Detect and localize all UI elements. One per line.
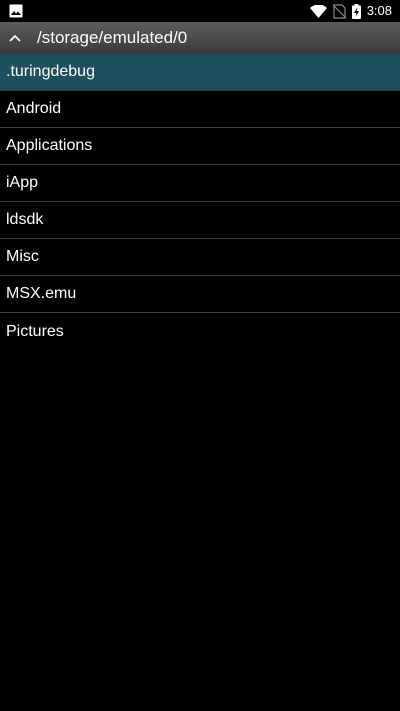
wifi-icon — [309, 4, 327, 18]
file-item[interactable]: Pictures — [0, 313, 400, 350]
no-sim-icon — [332, 3, 346, 19]
chevron-up-icon — [9, 34, 21, 42]
path-header: /storage/emulated/0 — [0, 22, 400, 55]
up-directory-button[interactable] — [0, 22, 30, 54]
current-path: /storage/emulated/0 — [37, 28, 188, 47]
image-icon — [9, 4, 23, 18]
file-item[interactable]: MSX.emu — [0, 276, 400, 313]
file-item[interactable]: Android — [0, 91, 400, 128]
file-list: .turingdebug Android Applications iApp l… — [0, 54, 400, 350]
file-item[interactable]: ldsdk — [0, 202, 400, 239]
status-time: 3:08 — [366, 3, 392, 18]
status-icons: 3:08 — [309, 0, 392, 22]
status-bar: 3:08 — [0, 0, 400, 22]
file-item[interactable]: Applications — [0, 128, 400, 165]
file-item[interactable]: Misc — [0, 239, 400, 276]
file-item[interactable]: .turingdebug — [0, 54, 400, 91]
file-item[interactable]: iApp — [0, 165, 400, 202]
battery-charging-icon — [351, 3, 361, 19]
